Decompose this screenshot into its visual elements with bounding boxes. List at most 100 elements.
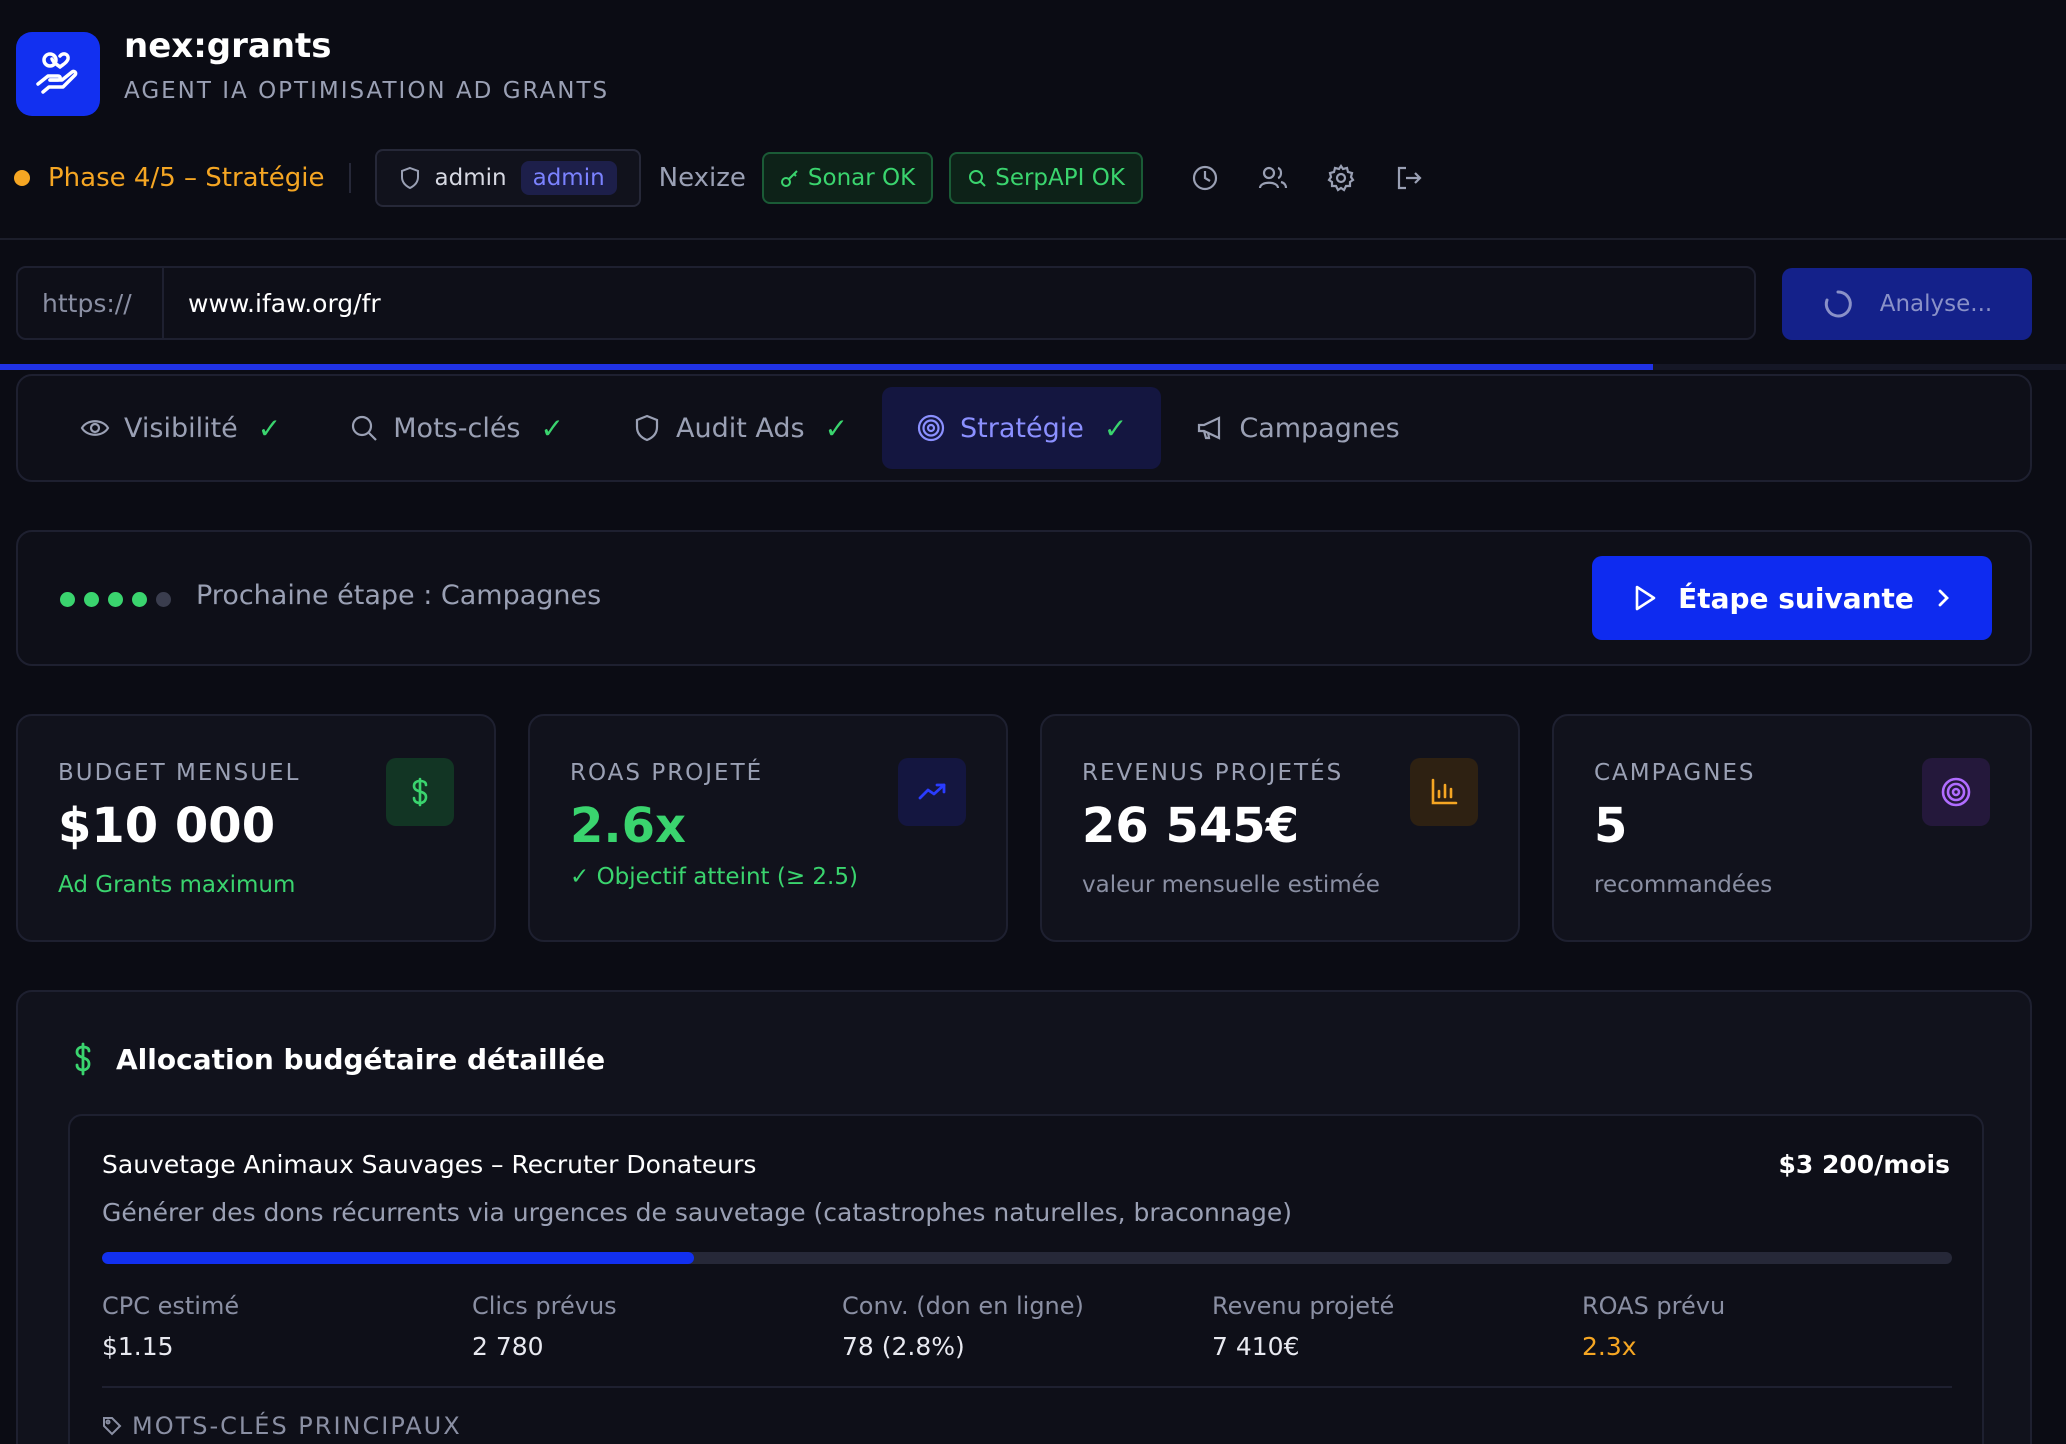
metric-label: CPC estimé [102, 1292, 240, 1320]
metric-label: Clics prévus [472, 1292, 617, 1320]
stat-value: 5 [1594, 798, 1628, 854]
toolbar: Phase 4/5 – Stratégie admin admin Nexize… [14, 149, 1431, 207]
dollar-icon [412, 777, 428, 807]
analyse-button[interactable]: Analyse... [1782, 268, 2032, 340]
analyse-button-label: Analyse... [1879, 291, 1993, 317]
divider [102, 1386, 1952, 1388]
shield-icon [400, 166, 419, 190]
step-dot [132, 592, 147, 607]
users-icon [1258, 166, 1288, 189]
search-icon [352, 415, 378, 441]
check-icon: ✓ [540, 411, 564, 445]
history-button[interactable] [1183, 156, 1227, 200]
stat-label: REVENUS PROJETÉS [1082, 760, 1344, 786]
metric-value: $1.15 [102, 1332, 174, 1361]
campaign-description: Générer des dons récurrents via urgences… [102, 1198, 1293, 1227]
next-step-button[interactable]: Étape suivante [1592, 556, 1992, 640]
play-icon [1635, 585, 1656, 611]
stat-icon-box [386, 758, 454, 826]
bar-chart-icon [1431, 778, 1458, 805]
stat-sub: valeur mensuelle estimée [1082, 872, 1380, 898]
sonar-status-label: Sonar OK [807, 165, 916, 191]
step-dot [108, 592, 123, 607]
stat-sub: recommandées [1594, 872, 1773, 898]
history-icon [1192, 165, 1218, 191]
campaign-metrics: CPC estimé $1.15 Clics prévus 2 780 Conv… [102, 1292, 1952, 1361]
step-dot [156, 592, 171, 607]
target-icon [1941, 777, 1971, 807]
campaign-budget: $3 200/mois [1778, 1150, 1950, 1179]
analysis-progress-fill [0, 364, 1653, 370]
tab-strategie-label: Stratégie [960, 412, 1084, 444]
tab-mots-cles[interactable]: Mots-clés ✓ [315, 387, 598, 469]
next-step-text: Prochaine étape : Campagnes [196, 580, 602, 611]
metric-value: 2.3x [1582, 1332, 1637, 1361]
tab-strategie[interactable]: Stratégie ✓ [882, 387, 1162, 469]
allocation-header: Allocation budgétaire détaillée [70, 1042, 605, 1076]
tab-audit-ads[interactable]: Audit Ads ✓ [598, 387, 882, 469]
stat-card-revenus: REVENUS PROJETÉS 26 545€ valeur mensuell… [1040, 714, 1520, 942]
metric-cpc: CPC estimé $1.15 [102, 1292, 472, 1361]
search-icon [969, 170, 986, 187]
url-bar: https:// [16, 266, 1756, 340]
stat-value: $10 000 [58, 798, 276, 854]
settings-icon [1327, 164, 1355, 192]
serpapi-status-badge[interactable]: SerpAPI OK [949, 152, 1143, 204]
hand-heart-icon [36, 52, 78, 94]
target-icon [917, 414, 945, 442]
dollar-icon [75, 1042, 91, 1076]
user-menu[interactable]: admin admin [374, 149, 641, 207]
allocation-title: Allocation budgétaire détaillée [116, 1042, 606, 1076]
keywords-section-label: MOTS-CLÉS PRINCIPAUX [102, 1412, 462, 1440]
next-step-card: Prochaine étape : Campagnes Étape suivan… [16, 530, 2032, 666]
phase-indicator: Phase 4/5 – Stratégie [48, 163, 325, 193]
stat-card-campagnes: CAMPAGNES 5 recommandées [1552, 714, 2032, 942]
stat-label: BUDGET MENSUEL [58, 760, 301, 786]
stat-label: CAMPAGNES [1594, 760, 1756, 786]
settings-button[interactable] [1319, 156, 1363, 200]
phase-tabs: Visibilité ✓ Mots-clés ✓ Audit Ads ✓ Str… [16, 374, 2032, 482]
tab-visibilite-label: Visibilité [124, 412, 238, 444]
tab-campagnes[interactable]: Campagnes [1161, 387, 1433, 469]
key-icon [780, 170, 798, 187]
role-badge: admin [520, 161, 617, 195]
stat-card-roas: ROAS PROJETÉ 2.6x ✓ Objectif atteint (≥ … [528, 714, 1008, 942]
budget-allocation-panel: Allocation budgétaire détaillée Sauvetag… [16, 990, 2032, 1444]
stat-value: 26 545€ [1082, 798, 1300, 854]
app-logo[interactable] [16, 32, 100, 116]
users-button[interactable] [1251, 156, 1295, 200]
metric-label: ROAS prévu [1582, 1292, 1726, 1320]
metric-value: 78 (2.8%) [842, 1332, 965, 1361]
url-protocol: https:// [18, 268, 164, 338]
stat-sub: Ad Grants maximum [58, 872, 296, 898]
app-subtitle: AGENT IA OPTIMISATION AD GRANTS [124, 78, 610, 104]
check-icon: ✓ [1103, 411, 1128, 445]
tab-audit-ads-label: Audit Ads [675, 412, 805, 444]
metric-clicks: Clics prévus 2 780 [472, 1292, 842, 1361]
campaign-budget-bar-fill [102, 1252, 694, 1264]
campaign-name: Sauvetage Animaux Sauvages – Recruter Do… [102, 1150, 757, 1179]
metric-value: 2 780 [472, 1332, 544, 1361]
metric-label: Revenu projeté [1212, 1292, 1395, 1320]
metric-revenue: Revenu projeté 7 410€ [1212, 1292, 1582, 1361]
campaign-budget-bar [102, 1252, 1952, 1264]
tag-icon [103, 1417, 122, 1436]
megaphone-icon [1198, 416, 1221, 440]
logout-icon [1397, 166, 1422, 190]
app-header: nex:grants AGENT IA OPTIMISATION AD GRAN… [0, 0, 2066, 240]
stat-value: 2.6x [570, 798, 686, 854]
org-name: Nexize [658, 163, 746, 193]
tab-mots-cles-label: Mots-clés [393, 412, 521, 444]
tab-visibilite[interactable]: Visibilité ✓ [46, 387, 315, 469]
url-input[interactable] [164, 268, 1754, 338]
stat-sub: ✓ Objectif atteint (≥ 2.5) [570, 864, 858, 890]
logout-button[interactable] [1387, 156, 1431, 200]
stat-icon-box [1410, 758, 1478, 826]
keywords-label: MOTS-CLÉS PRINCIPAUX [132, 1412, 462, 1440]
sonar-status-badge[interactable]: Sonar OK [761, 152, 934, 204]
next-step-button-label: Étape suivante [1678, 581, 1914, 615]
campaign-allocation-card[interactable]: Sauvetage Animaux Sauvages – Recruter Do… [68, 1114, 1984, 1444]
step-progress-dots [60, 592, 171, 607]
metric-label: Conv. (don en ligne) [842, 1292, 1084, 1320]
spinner-icon [1824, 290, 1852, 318]
